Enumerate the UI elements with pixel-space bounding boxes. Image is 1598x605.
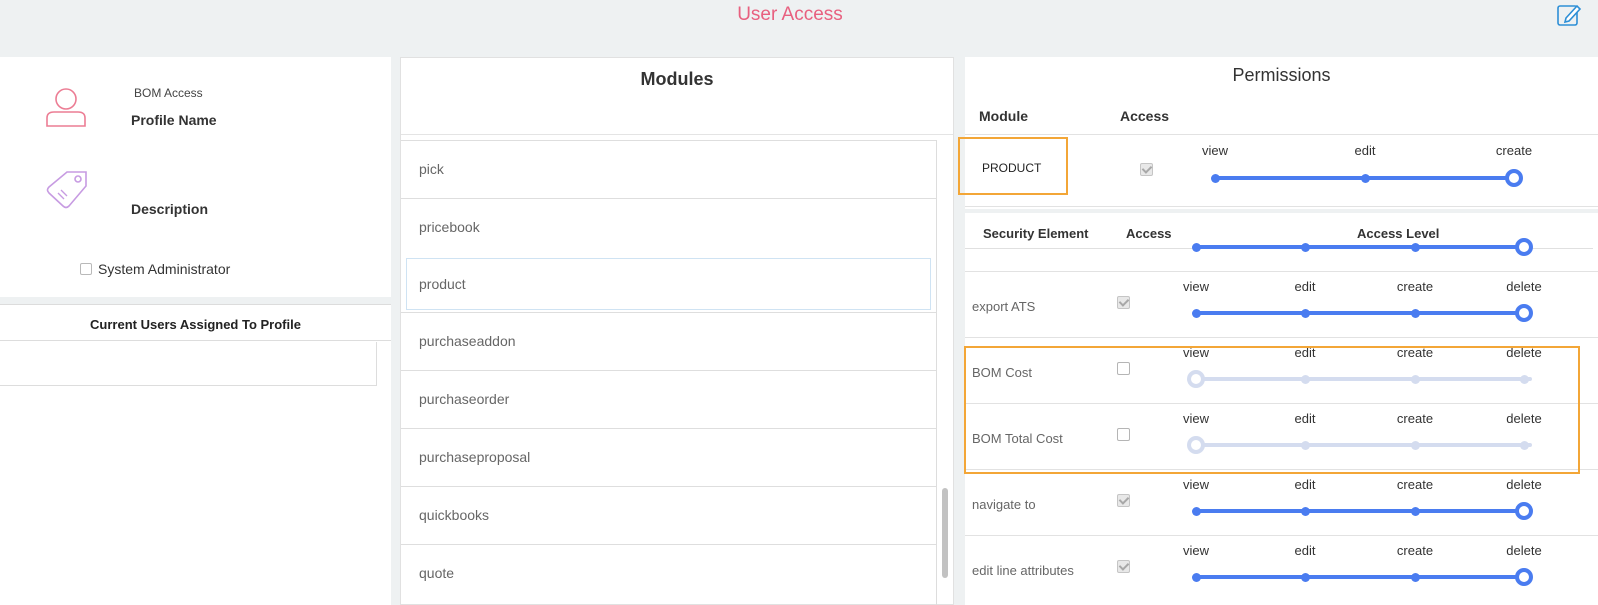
- security-row: navigate to view edit create delete: [965, 469, 1598, 535]
- level-label-view: view: [1182, 477, 1210, 492]
- tag-icon: [46, 171, 87, 209]
- slider-stop-create[interactable]: [1410, 242, 1420, 252]
- level-label-edit: edit: [1294, 279, 1316, 294]
- profile-panel: BOM Access Profile Name Description Syst…: [0, 57, 391, 297]
- permission-module-name: PRODUCT: [982, 161, 1042, 175]
- security-access-checkbox[interactable]: [1117, 494, 1130, 507]
- security-element-name: edit line attributes: [972, 563, 1074, 578]
- col-access: Access: [1120, 108, 1170, 124]
- slider-stop-view[interactable]: [1191, 506, 1201, 516]
- slider-stop-create[interactable]: [1410, 308, 1420, 318]
- slider-stop-edit[interactable]: [1300, 308, 1310, 318]
- level-label-view: view: [1201, 143, 1229, 158]
- security-row: edit line attributes view edit create delete: [965, 535, 1598, 601]
- slider-stop-create[interactable]: [1410, 572, 1420, 582]
- bom-highlight: [964, 346, 1580, 474]
- security-access-checkbox[interactable]: [1117, 296, 1130, 309]
- slider-stop-edit[interactable]: [1300, 572, 1310, 582]
- slider-stop-edit[interactable]: [1300, 506, 1310, 516]
- slider-thumb[interactable]: [1515, 238, 1533, 256]
- module-item-pick[interactable]: pick: [401, 140, 936, 198]
- description-label: Description: [131, 201, 209, 217]
- level-label-delete: delete: [1506, 279, 1542, 294]
- users-panel-title: Current Users Assigned To Profile: [0, 305, 391, 341]
- level-label-view: view: [1182, 543, 1210, 558]
- module-item-purchaseaddon[interactable]: purchaseaddon: [401, 312, 936, 370]
- security-access-checkbox[interactable]: [1117, 560, 1130, 573]
- system-admin-checkbox[interactable]: [80, 263, 92, 275]
- module-item-purchaseproposal[interactable]: purchaseproposal: [401, 428, 936, 486]
- level-label-create: create: [1396, 279, 1434, 294]
- modules-scrollbar[interactable]: [942, 488, 948, 578]
- slider-stop-view[interactable]: [1191, 308, 1201, 318]
- slider-stop-view[interactable]: [1191, 572, 1201, 582]
- profile-name-label: Profile Name: [131, 112, 217, 128]
- slider-thumb[interactable]: [1515, 502, 1533, 520]
- level-label-delete: delete: [1506, 543, 1542, 558]
- edit-icon[interactable]: [1556, 2, 1582, 28]
- slider-stop-create[interactable]: [1410, 506, 1420, 516]
- module-item-quote[interactable]: quote: [401, 544, 936, 602]
- slider-thumb[interactable]: [1515, 304, 1533, 322]
- user-icon: [46, 88, 86, 127]
- security-row: export ATS view edit create delete: [965, 271, 1598, 337]
- level-label-delete: delete: [1506, 477, 1542, 492]
- system-admin-option[interactable]: System Administrator: [80, 261, 230, 277]
- system-admin-label: System Administrator: [98, 261, 231, 277]
- security-element-name: export ATS: [972, 299, 1036, 314]
- col-access-level: Access Level: [1357, 226, 1440, 241]
- module-item-purchaseorder[interactable]: purchaseorder: [401, 370, 936, 428]
- level-label-create: create: [1495, 143, 1533, 158]
- slider-track[interactable]: [1194, 575, 1532, 579]
- slider-track[interactable]: [1194, 311, 1532, 315]
- module-access-checkbox[interactable]: [1140, 163, 1153, 176]
- level-label-create: create: [1396, 543, 1434, 558]
- slider-stop-edit[interactable]: [1360, 173, 1370, 183]
- col-security-access: Access: [1126, 226, 1172, 241]
- level-label-edit: edit: [1354, 143, 1376, 158]
- module-item-product[interactable]: product: [406, 258, 931, 310]
- col-module: Module: [979, 108, 1028, 124]
- modules-list: pick pricebook product purchaseaddon pur…: [401, 140, 937, 605]
- page-title: User Access: [737, 4, 843, 25]
- security-element-name: navigate to: [972, 497, 1036, 512]
- slider-track[interactable]: [1194, 245, 1532, 249]
- slider-stop-view[interactable]: [1210, 173, 1220, 183]
- slider-stop-edit[interactable]: [1300, 242, 1310, 252]
- slider-thumb[interactable]: [1505, 169, 1523, 187]
- level-label-create: create: [1396, 477, 1434, 492]
- profile-name-value[interactable]: BOM Access: [134, 86, 203, 100]
- module-item-pricebook[interactable]: pricebook: [401, 198, 936, 256]
- modules-panel: Modules pick pricebook product purchasea…: [400, 57, 954, 605]
- users-panel: Current Users Assigned To Profile: [0, 304, 391, 605]
- users-list[interactable]: [0, 342, 377, 386]
- permissions-title: Permissions: [1232, 65, 1331, 85]
- module-item-quickbooks[interactable]: quickbooks: [401, 486, 936, 544]
- slider-thumb[interactable]: [1515, 568, 1533, 586]
- level-label-view: view: [1182, 279, 1210, 294]
- slider-track[interactable]: [1194, 509, 1532, 513]
- level-label-edit: edit: [1294, 543, 1316, 558]
- col-security-element: Security Element: [983, 226, 1089, 241]
- slider-stop-view[interactable]: [1191, 242, 1201, 252]
- level-label-edit: edit: [1294, 477, 1316, 492]
- modules-title: Modules: [401, 58, 953, 135]
